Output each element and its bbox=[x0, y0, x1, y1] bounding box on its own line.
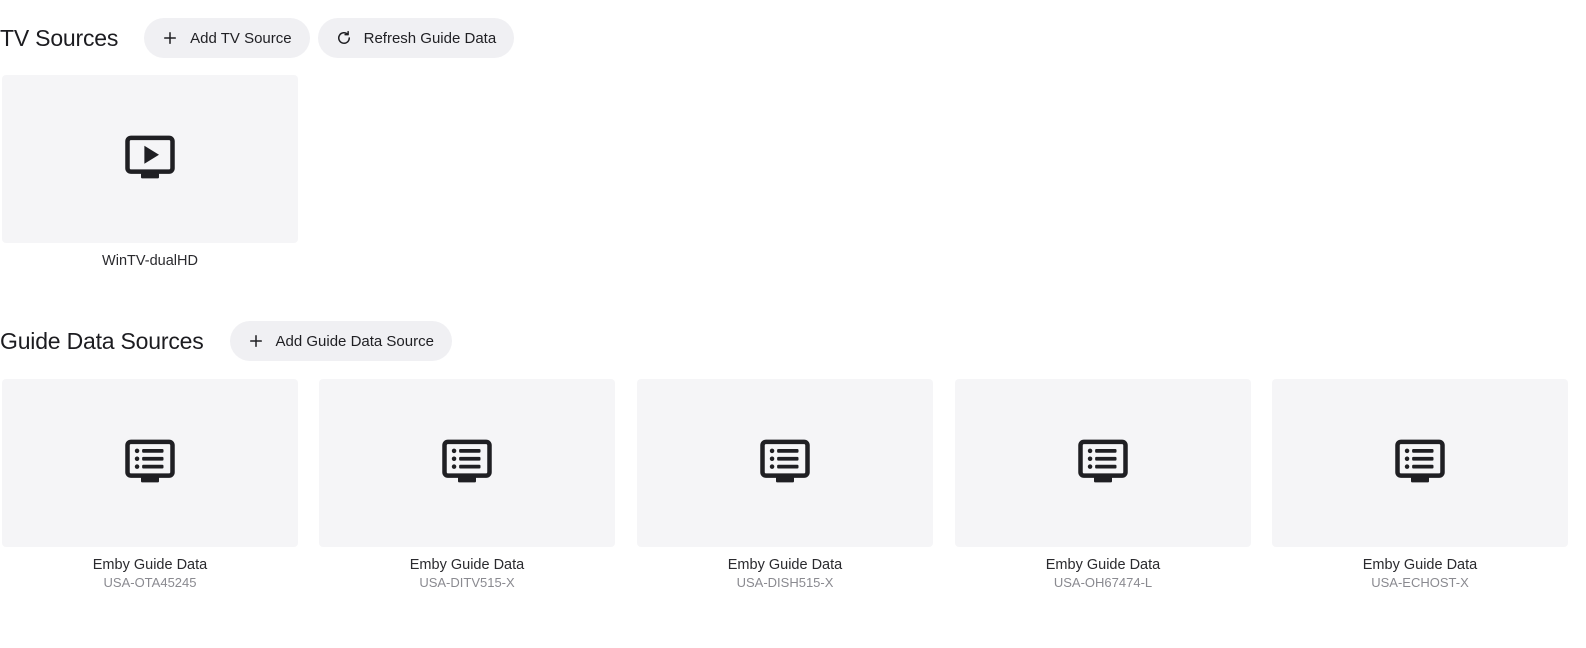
guide-source-subtitle: USA-OH67474-L bbox=[1053, 575, 1153, 590]
add-guide-data-source-button[interactable]: Add Guide Data Source bbox=[229, 321, 452, 361]
plus-icon bbox=[160, 28, 180, 48]
tv-sources-header: TV Sources Add TV Source Refresh Guide D… bbox=[0, 18, 515, 58]
guide-source-subtitle: USA-ECHOST-X bbox=[1371, 575, 1469, 590]
guide-source-tile[interactable] bbox=[1272, 379, 1568, 547]
guide-source-subtitle: USA-DITV515-X bbox=[419, 575, 515, 590]
guide-source-title: Emby Guide Data bbox=[409, 557, 525, 573]
tv-list-icon bbox=[440, 434, 494, 493]
guide-sources-title: Guide Data Sources bbox=[0, 327, 204, 354]
tv-source-tile[interactable] bbox=[2, 75, 298, 243]
guide-source-card[interactable]: Emby Guide Data USA-ECHOST-X bbox=[1272, 379, 1568, 592]
guide-source-subtitle: USA-OTA45245 bbox=[103, 575, 197, 590]
guide-source-title: Emby Guide Data bbox=[727, 557, 843, 573]
guide-sources-header: Guide Data Sources Add Guide Data Source bbox=[0, 321, 452, 361]
tv-source-title: WinTV-dualHD bbox=[102, 253, 198, 269]
guide-source-tile[interactable] bbox=[319, 379, 615, 547]
guide-source-subtitle: USA-DISH515-X bbox=[736, 575, 834, 590]
plus-icon bbox=[246, 331, 266, 351]
guide-source-title: Emby Guide Data bbox=[1045, 557, 1161, 573]
guide-source-card[interactable]: Emby Guide Data USA-OTA45245 bbox=[2, 379, 298, 592]
guide-source-tile[interactable] bbox=[637, 379, 933, 547]
guide-source-tile[interactable] bbox=[955, 379, 1251, 547]
guide-source-title: Emby Guide Data bbox=[1362, 557, 1478, 573]
tv-list-icon bbox=[1076, 434, 1130, 493]
guide-source-title: Emby Guide Data bbox=[92, 557, 208, 573]
add-tv-source-label: Add TV Source bbox=[190, 29, 292, 47]
refresh-guide-data-label: Refresh Guide Data bbox=[363, 29, 497, 47]
refresh-icon bbox=[334, 28, 354, 48]
add-tv-source-button[interactable]: Add TV Source bbox=[144, 18, 310, 58]
tv-sources-title: TV Sources bbox=[0, 24, 119, 51]
tv-list-icon bbox=[1393, 434, 1447, 493]
guide-source-card[interactable]: Emby Guide Data USA-DITV515-X bbox=[319, 379, 615, 592]
guide-source-card[interactable]: Emby Guide Data USA-DISH515-X bbox=[637, 379, 933, 592]
tv-list-icon bbox=[123, 434, 177, 493]
tv-play-icon bbox=[123, 130, 177, 189]
refresh-guide-data-button[interactable]: Refresh Guide Data bbox=[317, 18, 515, 58]
add-guide-data-source-label: Add Guide Data Source bbox=[275, 332, 434, 350]
tv-list-icon bbox=[758, 434, 812, 493]
guide-source-card[interactable]: Emby Guide Data USA-OH67474-L bbox=[955, 379, 1251, 592]
tv-source-card[interactable]: WinTV-dualHD bbox=[2, 75, 298, 270]
guide-source-tile[interactable] bbox=[2, 379, 298, 547]
